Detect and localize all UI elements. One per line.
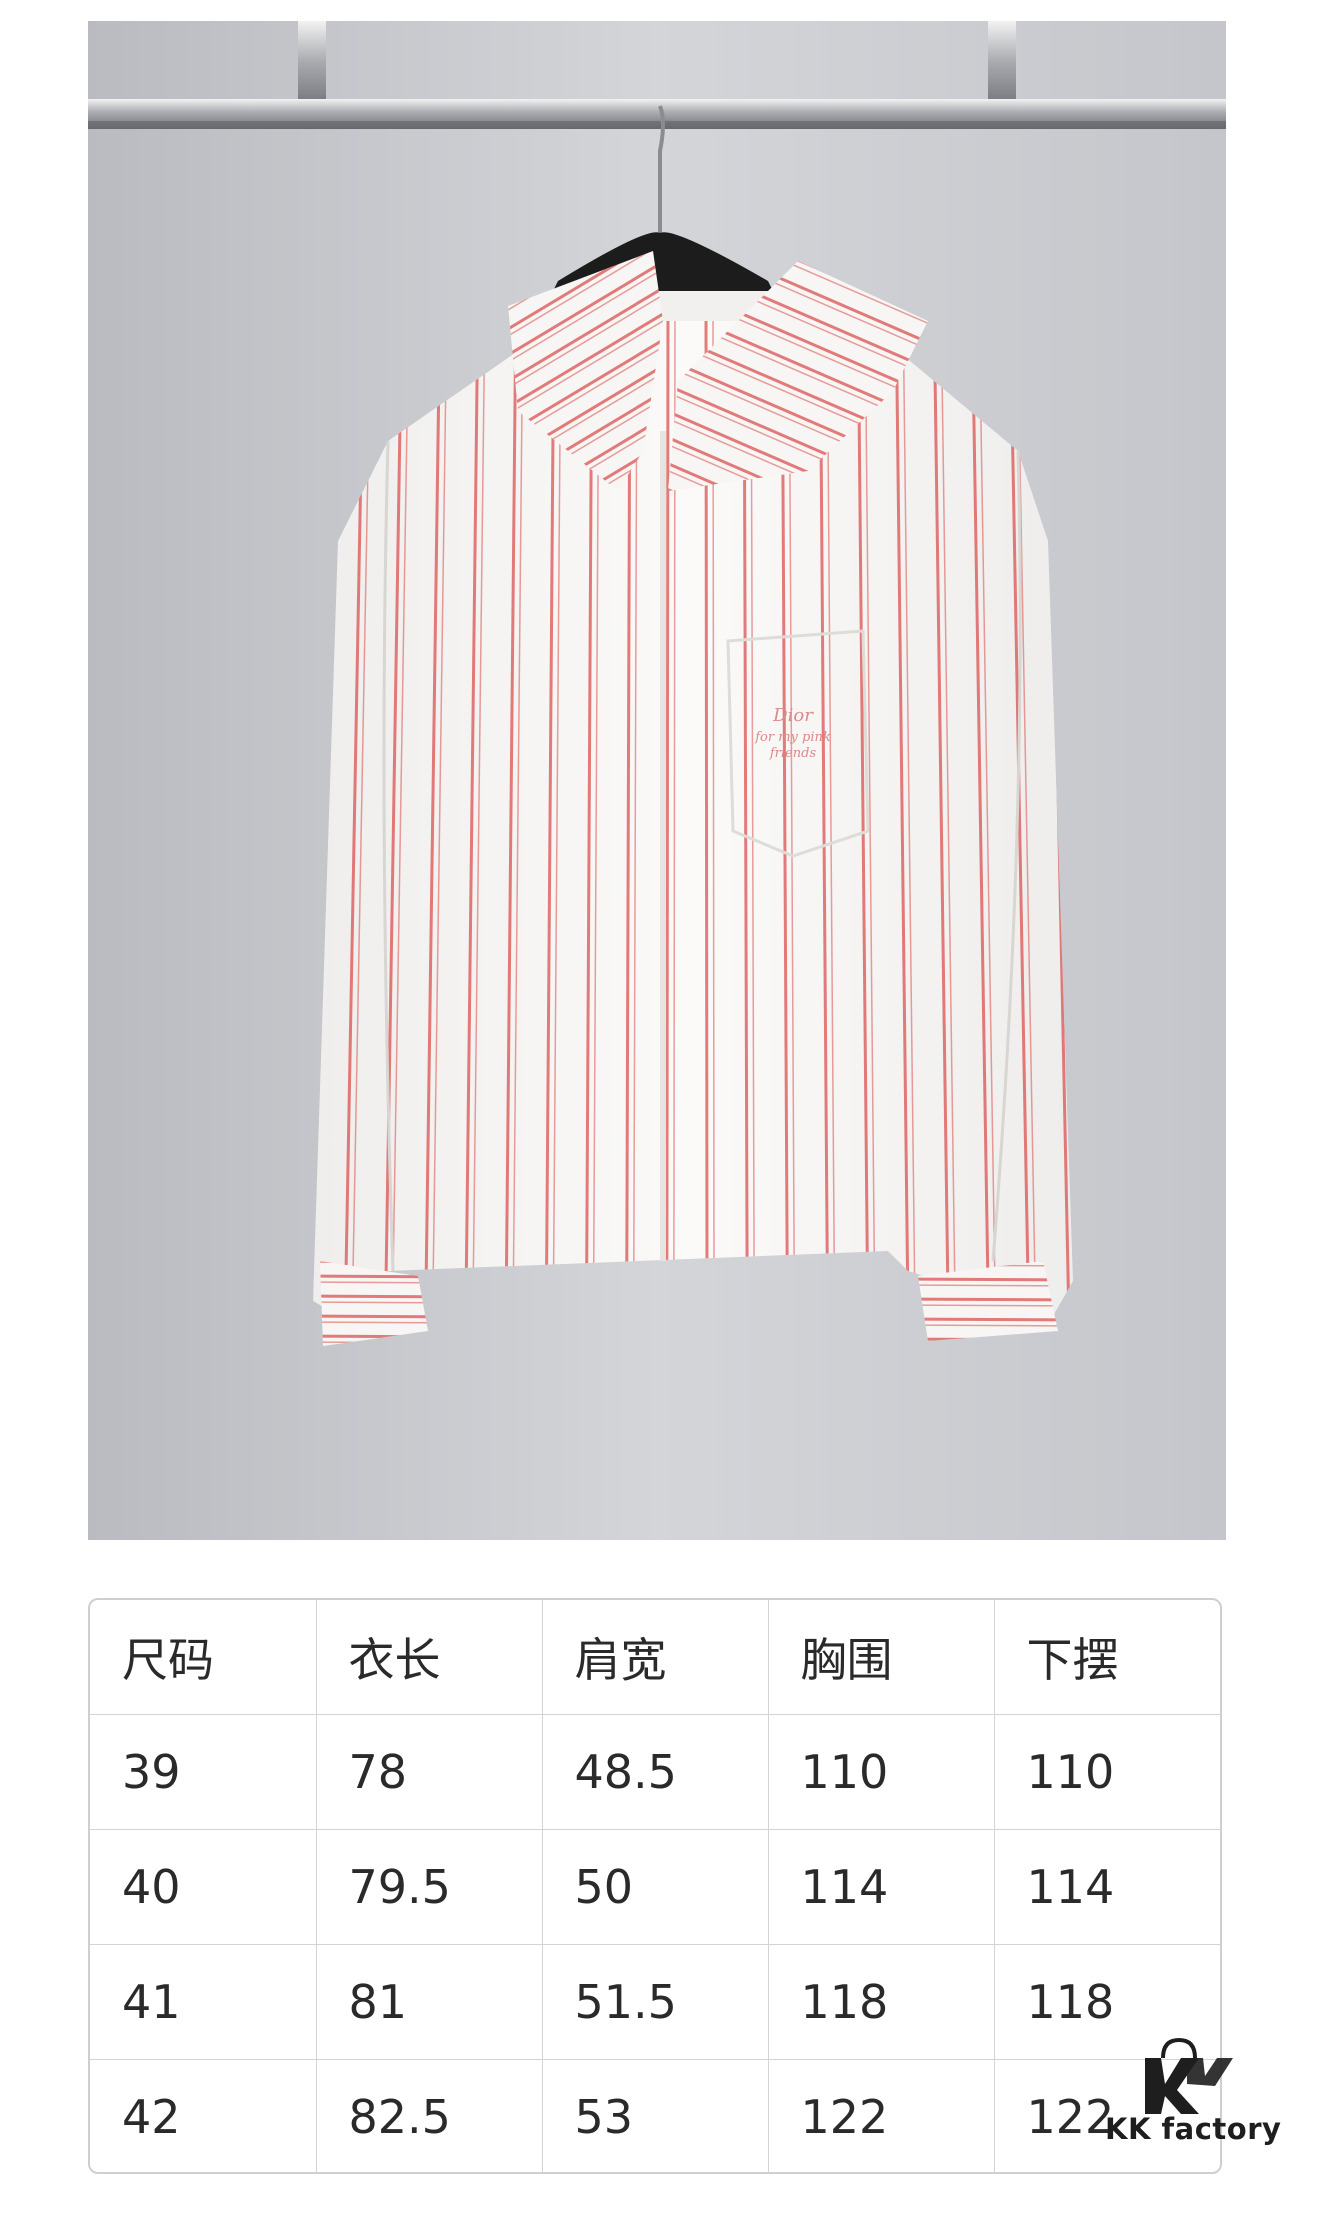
cell-size: 40 <box>90 1829 317 1945</box>
header-hem: 下摆 <box>993 1600 1220 1715</box>
header-chest: 胸围 <box>767 1600 995 1715</box>
kk-factory-watermark: KK factory <box>1105 2036 1285 2156</box>
cell-shoulder: 50 <box>541 1829 769 1945</box>
cell-shoulder: 48.5 <box>541 1714 769 1830</box>
cell-length: 78 <box>315 1714 543 1830</box>
rail-upright-right <box>988 21 1016 111</box>
svg-text:for my pink: for my pink <box>754 730 831 745</box>
cell-size: 39 <box>90 1714 317 1830</box>
size-chart-table: 尺码 衣长 肩宽 胸围 下摆 39 78 48.5 110 110 40 79.… <box>88 1598 1222 2174</box>
table-row: 40 79.5 50 114 114 <box>90 1829 1220 1945</box>
table-row: 41 81 51.5 118 118 <box>90 1944 1220 2060</box>
cell-length: 79.5 <box>315 1829 543 1945</box>
cell-hem: 110 <box>993 1714 1220 1830</box>
header-length: 衣长 <box>315 1600 543 1715</box>
cell-size: 41 <box>90 1944 317 2060</box>
table-row: 39 78 48.5 110 110 <box>90 1714 1220 1830</box>
svg-text:friends: friends <box>769 746 817 761</box>
watermark-brand-text: KK factory <box>1105 2112 1282 2146</box>
cell-chest: 114 <box>767 1829 995 1945</box>
cell-shoulder: 53 <box>541 2059 769 2172</box>
cell-chest: 118 <box>767 1944 995 2060</box>
rail-upright-left <box>298 21 326 111</box>
header-shoulder: 肩宽 <box>541 1600 769 1715</box>
header-size: 尺码 <box>90 1600 317 1715</box>
cell-shoulder: 51.5 <box>541 1944 769 2060</box>
cell-chest: 110 <box>767 1714 995 1830</box>
table-row: 42 82.5 53 122 122 <box>90 2059 1220 2172</box>
table-header-row: 尺码 衣长 肩宽 胸围 下摆 <box>90 1600 1220 1715</box>
pocket-embroidery: Dior <box>772 705 814 726</box>
cell-size: 42 <box>90 2059 317 2172</box>
cell-hem: 114 <box>993 1829 1220 1945</box>
shopping-bag-icon <box>1145 2037 1233 2114</box>
product-photo: Dior for my pink friends <box>88 21 1226 1540</box>
cell-length: 82.5 <box>315 2059 543 2172</box>
cell-length: 81 <box>315 1944 543 2060</box>
cell-chest: 122 <box>767 2059 995 2172</box>
